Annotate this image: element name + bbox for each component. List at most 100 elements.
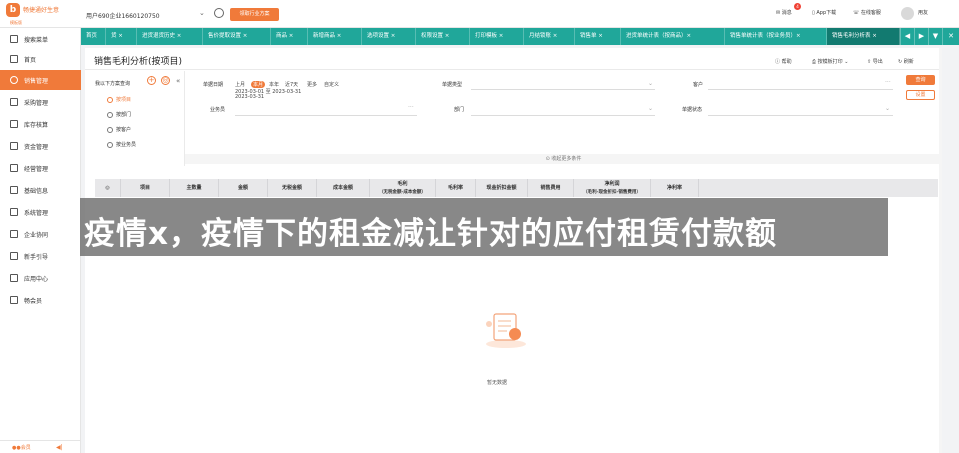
salesman-select[interactable] <box>235 115 417 116</box>
column-net-profit[interactable]: 净利润 （毛利-现金折扣-销售费用） <box>574 179 651 197</box>
sidebar-item-system[interactable]: 系统管理 <box>0 202 81 222</box>
sidebar-item-info[interactable]: 基础信息 <box>0 180 81 200</box>
column-cost-amount[interactable]: 成本金额 <box>317 179 370 197</box>
export-button[interactable]: ⇪ 导出 <box>867 58 883 65</box>
scheme-item-project[interactable]: 按项目 <box>107 96 131 103</box>
column-quantity[interactable]: 主数量 <box>170 179 219 197</box>
tab-goods[interactable]: 货 × <box>106 28 137 45</box>
column-project[interactable]: 项目 <box>121 179 170 197</box>
tab-new-product[interactable]: 新增商品 × <box>308 28 362 45</box>
column-label: 毛利率 <box>447 185 463 191</box>
sidebar-item-home[interactable]: 首页 <box>0 49 81 69</box>
settings-button[interactable]: 设置 <box>906 90 935 100</box>
bill-type-select[interactable] <box>471 89 655 90</box>
sidebar-item-collab[interactable]: 企业协同 <box>0 224 81 244</box>
bill-status-label: 单据状态 <box>682 107 703 113</box>
tab-purchase-return-history[interactable]: 进货退货历史 × <box>137 28 203 45</box>
sidebar-item-apps[interactable]: 应用中心 <box>0 268 81 288</box>
column-gross-profit[interactable]: 毛利 （无税金额-成本金额） <box>370 179 436 197</box>
bell-icon: ✉ <box>776 10 781 16</box>
tab-menu-icon[interactable]: ▼ <box>928 28 942 45</box>
sidebar-item-business[interactable]: 经营管理 <box>0 158 81 178</box>
tab-close-all-icon[interactable]: ✕ <box>942 28 959 45</box>
inventory-icon <box>10 120 18 128</box>
add-scheme-icon[interactable]: + <box>147 76 156 85</box>
column-gross-margin[interactable]: 毛利率 <box>436 179 476 197</box>
date-option-custom[interactable]: 自定义 <box>324 81 339 88</box>
column-sales-expense[interactable]: 销售费用 <box>528 179 574 197</box>
scheme-item-customer[interactable]: 按客户 <box>107 126 131 133</box>
chevron-down-icon[interactable]: ⌄ <box>885 105 890 112</box>
grid-header: ◎ 项目 主数量 金额 无税金额 成本金额 毛利 （无税金额-成本金额） 毛利率 … <box>95 179 938 197</box>
bill-status-select[interactable] <box>708 115 893 116</box>
toggle-more-conditions[interactable]: ⊙ 收起更多条件 <box>185 154 942 164</box>
online-service-button[interactable]: ☏ 在线客服 <box>853 9 881 16</box>
app-download-button[interactable]: ▯ App下载 <box>812 9 836 16</box>
vertical-scrollbar[interactable] <box>939 48 942 453</box>
column-label: 无税金额 <box>281 185 302 191</box>
messages-button[interactable]: ✉ 消息 <box>776 9 792 16</box>
tab-permissions[interactable]: 权限设置 × <box>416 28 470 45</box>
chevron-down-icon[interactable]: ⌄ <box>648 105 653 112</box>
tab-product[interactable]: 商品 × <box>271 28 308 45</box>
date-option-last-month[interactable]: 上月 <box>235 81 245 88</box>
column-cash-discount[interactable]: 现金折扣金额 <box>476 179 528 197</box>
tab-month-lock[interactable]: 月结锁账 × <box>524 28 575 45</box>
logo[interactable]: b 畅捷通好生意 模板版 <box>6 3 78 25</box>
account-selector[interactable]: 用户690企业1660120750 <box>86 11 160 20</box>
column-untaxed-amount[interactable]: 无税金额 <box>268 179 317 197</box>
print-button[interactable]: ⎙ 按模板打印 ⌄ <box>812 58 848 65</box>
logo-subtext: 模板版 <box>10 20 22 25</box>
tab-sales-stats[interactable]: 销售单统计表（按业务员）× <box>725 28 827 45</box>
column-settings-icon[interactable]: ◎ <box>95 179 121 197</box>
help-button[interactable]: ⓘ 帮助 <box>775 58 792 65</box>
refresh-label: 刷新 <box>903 59 914 65</box>
column-label: ◎ <box>105 185 110 191</box>
scheme-settings-icon[interactable]: ◎ <box>161 76 170 85</box>
date-range-line2[interactable]: 2023-03-31 <box>235 94 264 100</box>
sidebar-item-member[interactable]: 畅会员 <box>0 290 81 310</box>
collapse-sidebar-icon[interactable]: ◀| <box>56 444 63 451</box>
scheme-item-salesman[interactable]: 按业务员 <box>107 141 136 148</box>
collapse-panel-icon[interactable]: « <box>176 77 180 85</box>
tab-sales-margin[interactable]: 销售毛利分析表 × <box>827 28 900 45</box>
sidebar-item-sales[interactable]: 销售管理 <box>0 70 81 90</box>
date-option-7-days[interactable]: 近7天 <box>285 81 298 88</box>
date-option-more[interactable]: 更多 <box>307 81 317 88</box>
sidebar-item-search[interactable]: 搜索菜单 <box>0 29 81 49</box>
tab-purchase-stats[interactable]: 进货单统计表（按商品）× <box>621 28 725 45</box>
tab-home[interactable]: 首页 <box>81 28 106 45</box>
tab-prev-icon[interactable]: ◀ <box>900 28 914 45</box>
more-icon[interactable]: ··· <box>885 79 891 86</box>
column-amount[interactable]: 金额 <box>219 179 268 197</box>
tab-sales-order[interactable]: 销售单 × <box>575 28 621 45</box>
tab-print-templates[interactable]: 打印模板 × <box>470 28 524 45</box>
date-option-this-year[interactable]: 本年 <box>269 81 279 88</box>
tab-price-settings[interactable]: 售价提取设置 × <box>203 28 271 45</box>
business-icon <box>10 164 18 172</box>
sidebar-item-purchase[interactable]: 采购管理 <box>0 92 81 112</box>
more-icon[interactable]: ··· <box>408 104 414 111</box>
customer-select[interactable] <box>708 89 893 90</box>
column-net-margin[interactable]: 净利率 <box>651 179 699 197</box>
gear-icon[interactable] <box>214 8 224 18</box>
department-select[interactable] <box>471 115 655 116</box>
user-name[interactable]: 用友 <box>918 9 928 16</box>
query-button[interactable]: 查询 <box>906 75 935 85</box>
scheme-panel: 我以下方案查询 + ◎ « 按项目 按部门 按客户 按业务员 <box>85 71 185 166</box>
avatar[interactable] <box>901 7 914 20</box>
bill-type-label: 单据类型 <box>442 82 463 88</box>
sidebar-footer: ●●会员 ◀| <box>0 440 81 453</box>
member-link[interactable]: ●●会员 <box>12 444 31 451</box>
tab-options[interactable]: 选项设置 × <box>362 28 416 45</box>
sidebar-item-guide[interactable]: 新手引导 <box>0 246 81 266</box>
refresh-button[interactable]: ↻ 刷新 <box>898 58 914 65</box>
chevron-down-icon[interactable]: ⌄ <box>648 80 653 87</box>
chevron-down-icon[interactable]: ⌄ <box>199 9 205 17</box>
plan-button[interactable]: 领取行业方案 <box>230 8 279 21</box>
sidebar-item-inventory[interactable]: 库存核算 <box>0 114 81 134</box>
sidebar-item-funds[interactable]: 资金管理 <box>0 136 81 156</box>
date-option-this-month[interactable]: 本月 <box>251 81 266 88</box>
scheme-item-department[interactable]: 按部门 <box>107 111 131 118</box>
tab-next-icon[interactable]: ▶ <box>914 28 928 45</box>
